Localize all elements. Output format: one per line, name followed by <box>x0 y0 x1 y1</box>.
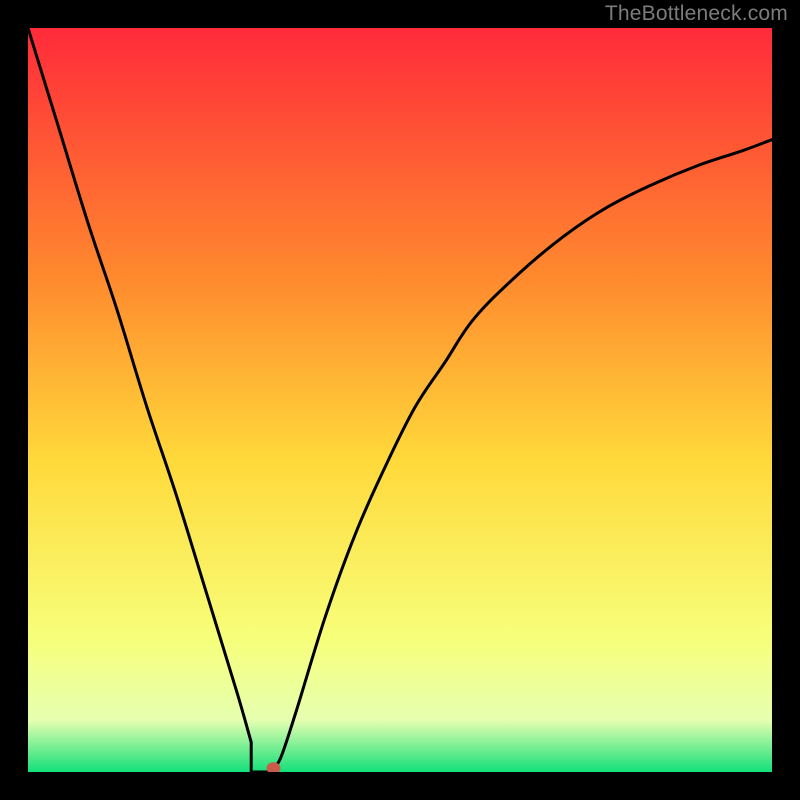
gradient-background <box>28 28 772 772</box>
watermark-text: TheBottleneck.com <box>605 2 788 26</box>
bottleneck-chart <box>28 28 772 772</box>
plot-area <box>28 28 772 772</box>
chart-frame: TheBottleneck.com <box>0 0 800 800</box>
